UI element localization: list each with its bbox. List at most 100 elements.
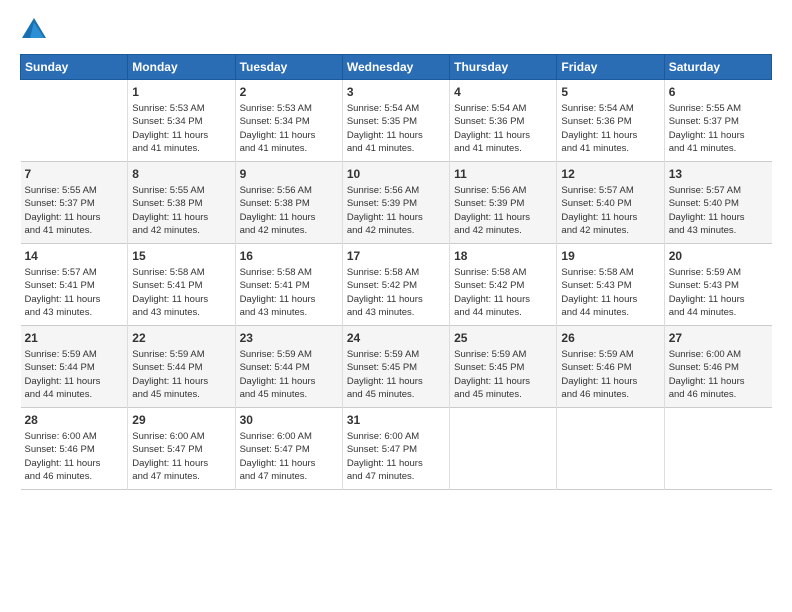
calendar-cell: 22Sunrise: 5:59 AMSunset: 5:44 PMDayligh… bbox=[128, 326, 235, 408]
calendar-cell: 31 Sunrise: 6:00 AMSunset: 5:47 PMDayligh… bbox=[342, 408, 449, 490]
cell-data: Sunrise: 5:54 AMSunset: 5:35 PMDaylight:… bbox=[347, 102, 445, 155]
header-day-friday: Friday bbox=[557, 55, 664, 80]
calendar-cell: 30 Sunrise: 6:00 AMSunset: 5:47 PMDayligh… bbox=[235, 408, 342, 490]
calendar-cell: 1 Sunrise: 5:53 AMSunset: 5:34 PMDaylight… bbox=[128, 80, 235, 162]
calendar-table: SundayMondayTuesdayWednesdayThursdayFrid… bbox=[20, 54, 772, 490]
calendar-cell bbox=[557, 408, 664, 490]
calendar-cell: 8Sunrise: 5:55 AMSunset: 5:38 PMDaylight… bbox=[128, 162, 235, 244]
cell-data: Sunrise: 6:00 AMSunset: 5:47 PMDaylight:… bbox=[347, 430, 445, 483]
day-number: 16 bbox=[240, 248, 338, 264]
calendar-cell: 27 Sunrise: 6:00 AMSunset: 5:46 PMDayligh… bbox=[664, 326, 771, 408]
calendar-cell bbox=[450, 408, 557, 490]
day-number: 31 bbox=[347, 412, 445, 428]
day-number: 8 bbox=[132, 166, 230, 182]
week-row-4: 21 Sunrise: 5:59 AMSunset: 5:44 PMDayligh… bbox=[21, 326, 772, 408]
day-number: 17 bbox=[347, 248, 445, 264]
calendar-cell: 14 Sunrise: 5:57 AMSunset: 5:41 PMDayligh… bbox=[21, 244, 128, 326]
calendar-cell: 7 Sunrise: 5:55 AMSunset: 5:37 PMDaylight… bbox=[21, 162, 128, 244]
calendar-cell bbox=[21, 80, 128, 162]
calendar-cell: 4 Sunrise: 5:54 AMSunset: 5:36 PMDaylight… bbox=[450, 80, 557, 162]
day-number: 28 bbox=[25, 412, 124, 428]
cell-data: Sunrise: 5:57 AMSunset: 5:40 PMDaylight:… bbox=[669, 184, 768, 237]
header-day-tuesday: Tuesday bbox=[235, 55, 342, 80]
header-day-thursday: Thursday bbox=[450, 55, 557, 80]
calendar-cell: 6Sunrise: 5:55 AMSunset: 5:37 PMDaylight… bbox=[664, 80, 771, 162]
day-number: 15 bbox=[132, 248, 230, 264]
calendar-cell: 5Sunrise: 5:54 AMSunset: 5:36 PMDaylight… bbox=[557, 80, 664, 162]
cell-data: Sunrise: 5:58 AMSunset: 5:41 PMDaylight:… bbox=[132, 266, 230, 319]
day-number: 1 bbox=[132, 84, 230, 100]
day-number: 21 bbox=[25, 330, 124, 346]
calendar-cell bbox=[664, 408, 771, 490]
calendar-cell: 17 Sunrise: 5:58 AMSunset: 5:42 PMDayligh… bbox=[342, 244, 449, 326]
cell-data: Sunrise: 5:53 AMSunset: 5:34 PMDaylight:… bbox=[240, 102, 338, 155]
week-row-1: 1 Sunrise: 5:53 AMSunset: 5:34 PMDaylight… bbox=[21, 80, 772, 162]
day-number: 23 bbox=[240, 330, 338, 346]
calendar-cell: 3 Sunrise: 5:54 AMSunset: 5:35 PMDaylight… bbox=[342, 80, 449, 162]
calendar-cell: 20 Sunrise: 5:59 AMSunset: 5:43 PMDayligh… bbox=[664, 244, 771, 326]
day-number: 29 bbox=[132, 412, 230, 428]
cell-data: Sunrise: 6:00 AMSunset: 5:47 PMDaylight:… bbox=[240, 430, 338, 483]
page: SundayMondayTuesdayWednesdayThursdayFrid… bbox=[0, 0, 792, 612]
day-number: 24 bbox=[347, 330, 445, 346]
header bbox=[20, 16, 772, 44]
calendar-cell: 24 Sunrise: 5:59 AMSunset: 5:45 PMDayligh… bbox=[342, 326, 449, 408]
cell-data: Sunrise: 5:59 AMSunset: 5:44 PMDaylight:… bbox=[240, 348, 338, 401]
cell-data: Sunrise: 6:00 AMSunset: 5:46 PMDaylight:… bbox=[25, 430, 124, 483]
calendar-cell: 23 Sunrise: 5:59 AMSunset: 5:44 PMDayligh… bbox=[235, 326, 342, 408]
calendar-cell: 29 Sunrise: 6:00 AMSunset: 5:47 PMDayligh… bbox=[128, 408, 235, 490]
header-day-monday: Monday bbox=[128, 55, 235, 80]
calendar-cell: 13 Sunrise: 5:57 AMSunset: 5:40 PMDayligh… bbox=[664, 162, 771, 244]
header-day-saturday: Saturday bbox=[664, 55, 771, 80]
calendar-cell: 11Sunrise: 5:56 AMSunset: 5:39 PMDayligh… bbox=[450, 162, 557, 244]
day-number: 26 bbox=[561, 330, 659, 346]
week-row-3: 14 Sunrise: 5:57 AMSunset: 5:41 PMDayligh… bbox=[21, 244, 772, 326]
cell-data: Sunrise: 6:00 AMSunset: 5:46 PMDaylight:… bbox=[669, 348, 768, 401]
header-row: SundayMondayTuesdayWednesdayThursdayFrid… bbox=[21, 55, 772, 80]
calendar-cell: 25 Sunrise: 5:59 AMSunset: 5:45 PMDayligh… bbox=[450, 326, 557, 408]
cell-data: Sunrise: 5:59 AMSunset: 5:43 PMDaylight:… bbox=[669, 266, 768, 319]
calendar-cell: 16 Sunrise: 5:58 AMSunset: 5:41 PMDayligh… bbox=[235, 244, 342, 326]
calendar-cell: 18Sunrise: 5:58 AMSunset: 5:42 PMDayligh… bbox=[450, 244, 557, 326]
calendar-cell: 21Sunrise: 5:59 AMSunset: 5:44 PMDayligh… bbox=[21, 326, 128, 408]
day-number: 25 bbox=[454, 330, 552, 346]
cell-data: Sunrise: 6:00 AMSunset: 5:47 PMDaylight:… bbox=[132, 430, 230, 483]
week-row-5: 28 Sunrise: 6:00 AMSunset: 5:46 PMDayligh… bbox=[21, 408, 772, 490]
calendar-cell: 19 Sunrise: 5:58 AMSunset: 5:43 PMDayligh… bbox=[557, 244, 664, 326]
calendar-cell: 12Sunrise: 5:57 AMSunset: 5:40 PMDayligh… bbox=[557, 162, 664, 244]
cell-data: Sunrise: 5:56 AMSunset: 5:39 PMDaylight:… bbox=[454, 184, 552, 237]
cell-data: Sunrise: 5:59 AMSunset: 5:44 PMDaylight:… bbox=[132, 348, 230, 401]
day-number: 10 bbox=[347, 166, 445, 182]
cell-data: Sunrise: 5:58 AMSunset: 5:41 PMDaylight:… bbox=[240, 266, 338, 319]
day-number: 12 bbox=[561, 166, 659, 182]
cell-data: Sunrise: 5:58 AMSunset: 5:43 PMDaylight:… bbox=[561, 266, 659, 319]
cell-data: Sunrise: 5:58 AMSunset: 5:42 PMDaylight:… bbox=[454, 266, 552, 319]
cell-data: Sunrise: 5:59 AMSunset: 5:46 PMDaylight:… bbox=[561, 348, 659, 401]
cell-data: Sunrise: 5:55 AMSunset: 5:37 PMDaylight:… bbox=[669, 102, 768, 155]
day-number: 20 bbox=[669, 248, 768, 264]
cell-data: Sunrise: 5:56 AMSunset: 5:38 PMDaylight:… bbox=[240, 184, 338, 237]
cell-data: Sunrise: 5:57 AMSunset: 5:41 PMDaylight:… bbox=[25, 266, 124, 319]
calendar-cell: 9 Sunrise: 5:56 AMSunset: 5:38 PMDaylight… bbox=[235, 162, 342, 244]
cell-data: Sunrise: 5:58 AMSunset: 5:42 PMDaylight:… bbox=[347, 266, 445, 319]
cell-data: Sunrise: 5:59 AMSunset: 5:45 PMDaylight:… bbox=[454, 348, 552, 401]
day-number: 30 bbox=[240, 412, 338, 428]
day-number: 3 bbox=[347, 84, 445, 100]
day-number: 9 bbox=[240, 166, 338, 182]
day-number: 2 bbox=[240, 84, 338, 100]
calendar-cell: 26 Sunrise: 5:59 AMSunset: 5:46 PMDayligh… bbox=[557, 326, 664, 408]
day-number: 13 bbox=[669, 166, 768, 182]
header-day-sunday: Sunday bbox=[21, 55, 128, 80]
day-number: 14 bbox=[25, 248, 124, 264]
cell-data: Sunrise: 5:53 AMSunset: 5:34 PMDaylight:… bbox=[132, 102, 230, 155]
day-number: 27 bbox=[669, 330, 768, 346]
cell-data: Sunrise: 5:59 AMSunset: 5:45 PMDaylight:… bbox=[347, 348, 445, 401]
cell-data: Sunrise: 5:54 AMSunset: 5:36 PMDaylight:… bbox=[454, 102, 552, 155]
logo bbox=[20, 16, 52, 44]
calendar-cell: 28 Sunrise: 6:00 AMSunset: 5:46 PMDayligh… bbox=[21, 408, 128, 490]
day-number: 19 bbox=[561, 248, 659, 264]
day-number: 4 bbox=[454, 84, 552, 100]
calendar-cell: 15 Sunrise: 5:58 AMSunset: 5:41 PMDayligh… bbox=[128, 244, 235, 326]
cell-data: Sunrise: 5:55 AMSunset: 5:37 PMDaylight:… bbox=[25, 184, 124, 237]
day-number: 7 bbox=[25, 166, 124, 182]
